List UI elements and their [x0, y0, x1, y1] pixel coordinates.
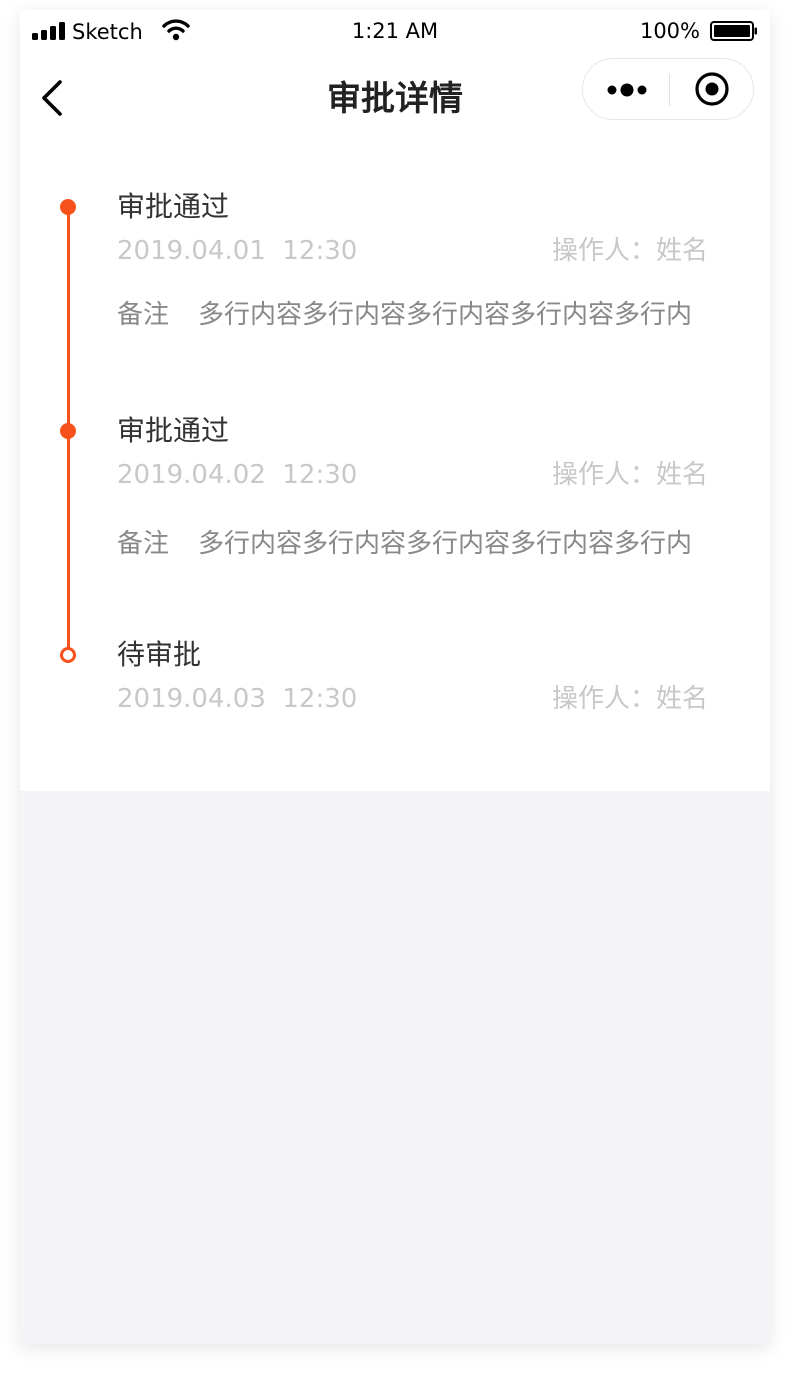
remark-text: 多行内容多行内容多行内容多行内容多行内 — [198, 529, 693, 559]
timeline-datetime: 2019.04.02 12:30 — [117, 460, 358, 490]
timeline-operator: 操作人：姓名 — [551, 460, 708, 490]
target-circle-icon — [695, 72, 729, 106]
timeline-datetime: 2019.04.01 12:30 — [117, 236, 358, 266]
timeline-datetime: 2019.04.03 12:30 — [117, 684, 358, 714]
timeline-dot-pending — [60, 647, 76, 663]
timeline-status: 审批通过 — [117, 190, 230, 223]
more-dots-icon — [607, 83, 647, 97]
battery-percentage: 100% — [639, 19, 700, 43]
timeline-dot-completed — [60, 199, 76, 215]
remark-label: 备注 — [117, 529, 170, 559]
timeline-operator: 操作人：姓名 — [551, 684, 708, 714]
remark-text: 多行内容多行内容多行内容多行内容多行内 — [198, 300, 693, 330]
close-button[interactable] — [670, 59, 754, 119]
phone-screen: Sketch 1:21 AM 100% 审批详情 审批通过 2019.04.01… — [20, 10, 770, 1344]
timeline-status: 审批通过 — [117, 414, 230, 447]
mini-program-capsule — [582, 58, 754, 120]
navigation-bar: 审批详情 — [20, 54, 770, 142]
status-bar: Sketch 1:21 AM 100% — [20, 10, 770, 54]
timeline-dot-completed — [60, 423, 76, 439]
timeline-status: 待审批 — [117, 638, 202, 671]
remark-label: 备注 — [117, 300, 170, 330]
more-button[interactable] — [583, 59, 669, 119]
battery-icon — [710, 21, 757, 41]
timeline-operator: 操作人：姓名 — [551, 236, 708, 266]
